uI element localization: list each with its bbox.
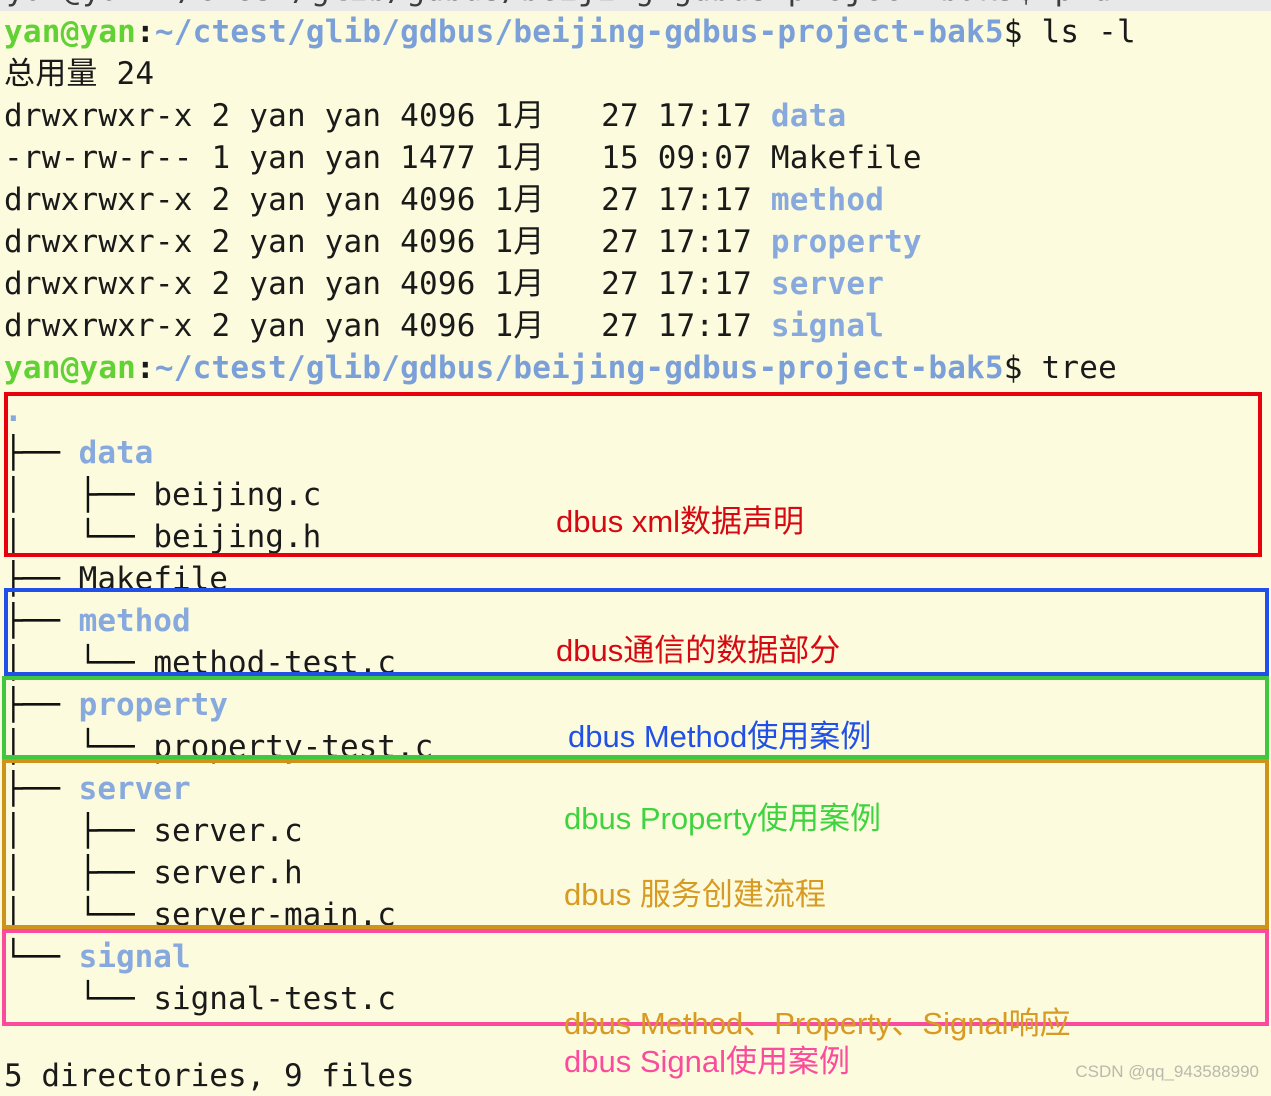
ls-row-name: signal bbox=[770, 308, 885, 344]
tree-node-signal: signal bbox=[78, 939, 191, 975]
prompt-colon: : bbox=[136, 350, 155, 386]
tree-node-server: server bbox=[78, 771, 191, 807]
ls-row-meta: drwxrwxr-x 2 yan yan 4096 1月 27 17:17 bbox=[4, 308, 771, 344]
tree-node-method: method bbox=[78, 603, 191, 639]
terminal-screenshot: yan@yan:~/ctest/glib/gdbus/beijing-gdbus… bbox=[0, 0, 1271, 1096]
tree-root-label: . bbox=[4, 393, 23, 429]
tree-branch-glyph: ├── bbox=[4, 771, 79, 807]
tree-branch-glyph: │ └── bbox=[4, 729, 154, 765]
prompt-userhost: yan@yan bbox=[4, 14, 137, 50]
ls-row-name: data bbox=[770, 98, 847, 134]
ls-row: drwxrwxr-x 2 yan yan 4096 1月 27 17:17 me… bbox=[0, 179, 1271, 221]
ls-row-name: method bbox=[770, 182, 885, 218]
tree-branch-glyph: │ ├── bbox=[4, 813, 154, 849]
tree-branch-glyph: ├── bbox=[4, 435, 79, 471]
prompt-path: ~/ctest/glib/gdbus/beijing-gdbus-project… bbox=[154, 350, 1004, 386]
tree-branch-glyph: │ └── bbox=[4, 897, 154, 933]
tree-summary: 5 directories, 9 files bbox=[4, 1058, 415, 1094]
prompt-line-tree[interactable]: yan@yan:~/ctest/glib/gdbus/beijing-gdbus… bbox=[0, 347, 1271, 389]
ls-row: drwxrwxr-x 2 yan yan 4096 1月 27 17:17 da… bbox=[0, 95, 1271, 137]
ls-total-line: 总用量 24 bbox=[4, 56, 155, 92]
prompt-userhost: yan@yan bbox=[4, 350, 137, 386]
ls-row-meta: drwxrwxr-x 2 yan yan 4096 1月 27 17:17 bbox=[4, 182, 771, 218]
tree-node-data: data bbox=[78, 435, 154, 471]
tree-branch-glyph: ├── bbox=[4, 603, 79, 639]
ls-row-name: server bbox=[770, 266, 885, 302]
tree-node-property-test-c: property-test.c bbox=[153, 729, 434, 765]
cut-off-top-line: yan@yan:~/ctest/glib/gdbus/beijing-gdbus… bbox=[6, 0, 1112, 6]
prompt-path: ~/ctest/glib/gdbus/beijing-gdbus-project… bbox=[154, 14, 1004, 50]
tree-branch-glyph: │ └── bbox=[4, 645, 154, 681]
prompt-colon: : bbox=[136, 14, 155, 50]
ls-row-name: property bbox=[770, 224, 922, 260]
tree-branch-glyph: │ ├── bbox=[4, 477, 154, 513]
ls-row: drwxrwxr-x 2 yan yan 4096 1月 27 17:17 pr… bbox=[0, 221, 1271, 263]
tree-node-method-test-c: method-test.c bbox=[153, 645, 396, 681]
csdn-watermark: CSDN @qq_943588990 bbox=[1075, 1062, 1259, 1081]
ls-row-meta: drwxrwxr-x 2 yan yan 4096 1月 27 17:17 bbox=[4, 266, 771, 302]
ls-row: -rw-rw-r-- 1 yan yan 1477 1月 15 09:07 Ma… bbox=[0, 137, 1271, 179]
ls-row: drwxrwxr-x 2 yan yan 4096 1月 27 17:17 se… bbox=[0, 263, 1271, 305]
prompt-line-ls[interactable]: yan@yan:~/ctest/glib/gdbus/beijing-gdbus… bbox=[0, 11, 1271, 53]
tree-branch-glyph: │ ├── bbox=[4, 855, 154, 891]
ls-row: drwxrwxr-x 2 yan yan 4096 1月 27 17:17 si… bbox=[0, 305, 1271, 347]
annotation-signal: dbus Signal使用案例 bbox=[564, 954, 850, 1096]
tree-branch-glyph: ├── bbox=[4, 687, 79, 723]
prompt-dollar: $ bbox=[1003, 350, 1023, 386]
ls-row-meta: drwxrwxr-x 2 yan yan 4096 1月 27 17:17 bbox=[4, 224, 771, 260]
ls-row-meta: drwxrwxr-x 2 yan yan 4096 1月 27 17:17 bbox=[4, 98, 771, 134]
tree-node-property: property bbox=[78, 687, 228, 723]
tree-node-server-c: server.c bbox=[153, 813, 303, 849]
annotation-signal-line1: dbus Signal使用案例 bbox=[564, 1044, 851, 1079]
command-tree: tree bbox=[1022, 350, 1117, 386]
tree-node-beijing-c: beijing.c bbox=[153, 477, 322, 513]
terminal-body: yan@yan:~/ctest/glib/gdbus/beijing-gdbus… bbox=[0, 11, 1271, 389]
ls-row-meta: -rw-rw-r-- 1 yan yan 1477 1月 15 09:07 bbox=[4, 140, 771, 176]
annotation-data-line1: dbus xml数据声明 bbox=[556, 504, 805, 539]
ls-row-name: Makefile bbox=[770, 140, 922, 176]
tree-branch-glyph: └── bbox=[4, 981, 154, 1017]
tree-node-server-h: server.h bbox=[153, 855, 303, 891]
tree-node-signal-test-c: signal-test.c bbox=[153, 981, 396, 1017]
annotation-server-line1: dbus 服务创建流程 bbox=[564, 877, 826, 912]
tree-branch-glyph: └── bbox=[4, 939, 79, 975]
cut-off-top-strip: yan@yan:~/ctest/glib/gdbus/beijing-gdbus… bbox=[0, 0, 1271, 11]
tree-node-beijing-h: beijing.h bbox=[153, 519, 322, 555]
command-ls: ls -l bbox=[1022, 14, 1136, 50]
prompt-dollar: $ bbox=[1003, 14, 1023, 50]
tree-node-server-main-c: server-main.c bbox=[153, 897, 396, 933]
tree-node-makefile: Makefile bbox=[78, 561, 228, 597]
tree-branch-glyph: ├── bbox=[4, 561, 79, 597]
tree-branch-glyph: │ └── bbox=[4, 519, 154, 555]
